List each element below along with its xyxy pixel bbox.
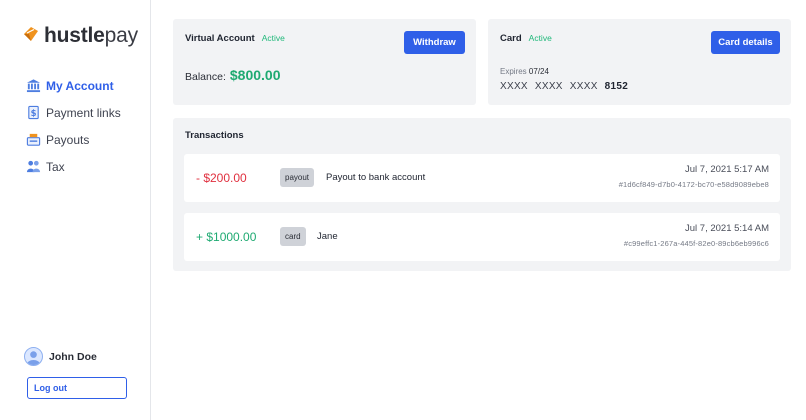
expires-value: 07/24 [528,67,549,76]
transaction-amount: + $1000.00 [196,230,257,244]
dollar-document-icon: $ [26,105,41,120]
sidebar-item-label: Payment links [46,105,121,120]
card-details-button[interactable]: Card details [711,31,780,54]
brand-logo[interactable]: hustlepay [22,24,138,48]
transaction-id: #1d6cf849-d7b0-4172-bc70-e58d9089ebe8 [618,180,769,189]
transaction-date: Jul 7, 2021 5:17 AM [685,164,769,175]
card-header: Card Active [500,33,552,44]
sidebar-item-label: Payouts [46,132,90,147]
transactions-title: Transactions [185,130,244,141]
main-content: Virtual Account Active Withdraw Balance:… [151,0,806,420]
status-badge: Active [261,33,285,43]
transaction-description: Payout to bank account [326,172,426,183]
card-number: XXXX XXXX XXXX 8152 [500,81,635,92]
transaction-amount: - $200.00 [196,171,247,185]
card-number-group: XXXX [500,81,528,92]
card-number-group: XXXX [569,81,598,92]
sidebar-item-label: Tax [46,159,65,174]
people-icon [26,159,41,174]
transaction-row[interactable]: + $1000.00 card Jane Jul 7, 2021 5:14 AM… [184,213,780,261]
balance-label: Balance: [185,71,226,83]
card-title: Card [500,33,522,44]
transaction-description: Jane [317,231,338,242]
sidebar-item-tax[interactable]: Tax [26,153,121,180]
card-panel: Card Active Card details Expires 07/24 X… [488,19,791,105]
virtual-account-header: Virtual Account Active [185,33,285,44]
card-number-group: XXXX [534,81,563,92]
transactions-panel: Transactions - $200.00 payout Payout to … [173,118,791,271]
sidebar-item-my-account[interactable]: My Account [26,72,121,99]
user-profile[interactable]: John Doe [24,347,97,366]
sidebar: hustlepay My Account $ Payment links Pay… [0,0,151,420]
user-name: John Doe [49,350,97,363]
expires-label: Expires [500,67,527,76]
virtual-account-panel: Virtual Account Active Withdraw Balance:… [173,19,476,105]
balance-value: $800.00 [229,67,281,83]
transaction-type-tag: payout [280,168,315,187]
brand-mark-icon [22,25,44,48]
virtual-account-title: Virtual Account [185,33,255,44]
withdraw-button[interactable]: Withdraw [404,31,465,54]
sidebar-nav: My Account $ Payment links Payouts Tax [26,72,121,180]
brand-name: hustlepay [44,24,138,47]
sidebar-item-payment-links[interactable]: $ Payment links [26,99,121,126]
status-badge: Active [528,33,552,43]
app-root: hustlepay My Account $ Payment links Pay… [0,0,806,420]
cash-register-icon [26,132,41,147]
transaction-date: Jul 7, 2021 5:14 AM [685,223,769,234]
card-expiry: Expires 07/24 [500,67,549,76]
sidebar-item-payouts[interactable]: Payouts [26,126,121,153]
user-avatar-icon [26,351,41,365]
sidebar-item-label: My Account [46,78,114,93]
transaction-type-tag: card [280,227,306,246]
avatar [24,347,43,366]
card-last4: 8152 [604,81,629,92]
balance: Balance: $800.00 [185,67,280,83]
svg-text:$: $ [31,108,37,118]
transaction-row[interactable]: - $200.00 payout Payout to bank account … [184,154,780,202]
logout-button[interactable]: Log out [27,377,127,399]
transaction-id: #c99effc1-267a-445f-82e0-89cb6eb996c6 [623,239,769,248]
bank-icon [26,78,41,93]
